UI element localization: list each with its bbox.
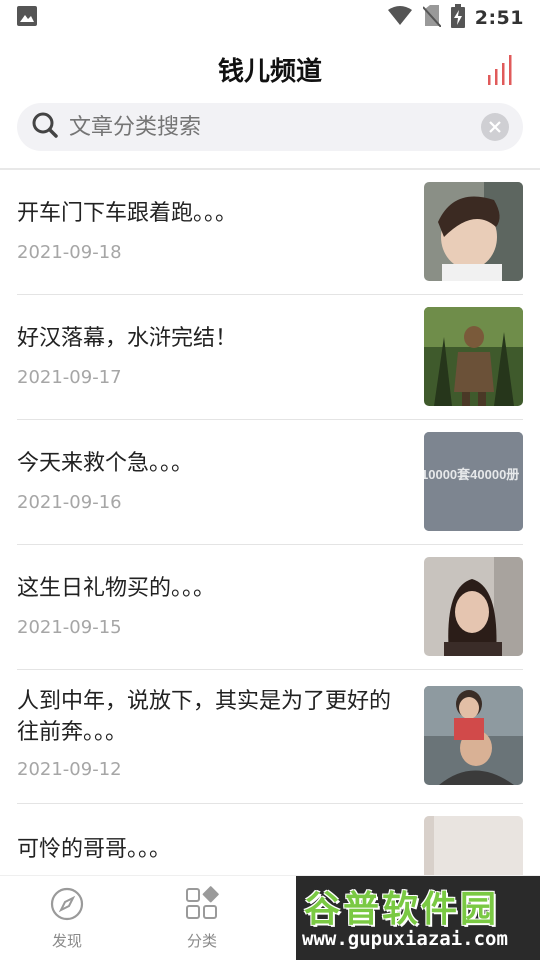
nav-discover[interactable]: 发现: [27, 886, 107, 951]
article-thumbnail: [424, 816, 523, 875]
nav-discover-label: 发现: [51, 932, 82, 950]
status-time: 2:51: [474, 7, 524, 29]
page-title: 钱儿频道: [217, 56, 322, 87]
article-thumbnail: [424, 557, 523, 656]
list-item[interactable]: 这生日礼物买的。。。 2021-09-15: [17, 545, 523, 670]
article-date: 2021-09-17: [17, 367, 122, 388]
article-date: 2021-09-18: [17, 242, 122, 263]
image-notification-icon: [16, 5, 38, 31]
list-item[interactable]: 开车门下车跟着跑。。。 2021-09-18: [17, 170, 523, 295]
nav-category-label: 分类: [186, 932, 217, 950]
search-bar: [17, 103, 523, 151]
list-item[interactable]: 人到中年，说放下，其实是为了更好的往前奔。。。 2021-09-12: [17, 670, 523, 804]
article-title: 今天来救个急。。。: [17, 451, 194, 476]
search-input[interactable]: [67, 113, 481, 141]
article-date: 2021-09-16: [17, 492, 122, 513]
article-title: 开车门下车跟着跑。。。: [17, 201, 238, 226]
no-sim-icon: [421, 5, 442, 31]
list-item[interactable]: 好汉落幕，水浒完结！ 2021-09-17: [17, 295, 523, 420]
watermark-chinese-text: 谷普软件园: [304, 889, 500, 930]
wifi-icon: [387, 6, 413, 30]
article-thumbnail: 10000套40000册: [424, 432, 523, 531]
list-item[interactable]: 今天来救个急。。。 2021-09-16 10000套40000册: [17, 420, 523, 545]
article-list[interactable]: 开车门下车跟着跑。。。 2021-09-18 好汉落幕，水浒完结！ 2021-0…: [0, 170, 540, 875]
list-item[interactable]: 可怜的哥哥。。。: [17, 804, 523, 875]
nav-category[interactable]: 分类: [162, 886, 242, 951]
article-date: 2021-09-12: [17, 759, 122, 780]
bar-chart-icon: [488, 55, 512, 85]
app-header: 钱儿频道: [0, 36, 540, 102]
article-thumbnail: [424, 182, 523, 281]
battery-charging-icon: [450, 4, 465, 32]
close-icon: [489, 121, 501, 133]
article-title: 可怜的哥哥。。。: [17, 837, 172, 862]
chart-button[interactable]: [486, 53, 516, 85]
article-title: 好汉落幕，水浒完结！: [17, 326, 238, 351]
clear-search-button[interactable]: [481, 113, 509, 141]
status-bar: 2:51: [0, 0, 540, 36]
compass-icon: [50, 887, 84, 921]
category-grid-icon: [186, 886, 219, 919]
article-date: 2021-09-15: [17, 617, 122, 638]
watermark-logo: 谷普软件园 www.gupuxiazai.com: [296, 876, 540, 960]
article-thumbnail: [424, 686, 523, 785]
article-title: 这生日礼物买的。。。: [17, 576, 216, 601]
search-icon: [31, 111, 59, 143]
article-title: 人到中年，说放下，其实是为了更好的往前奔。。。: [17, 689, 392, 745]
article-thumbnail: [424, 307, 523, 406]
thumbnail-text: 10000套40000册: [424, 467, 519, 482]
watermark-url: www.gupuxiazai.com: [302, 928, 508, 950]
